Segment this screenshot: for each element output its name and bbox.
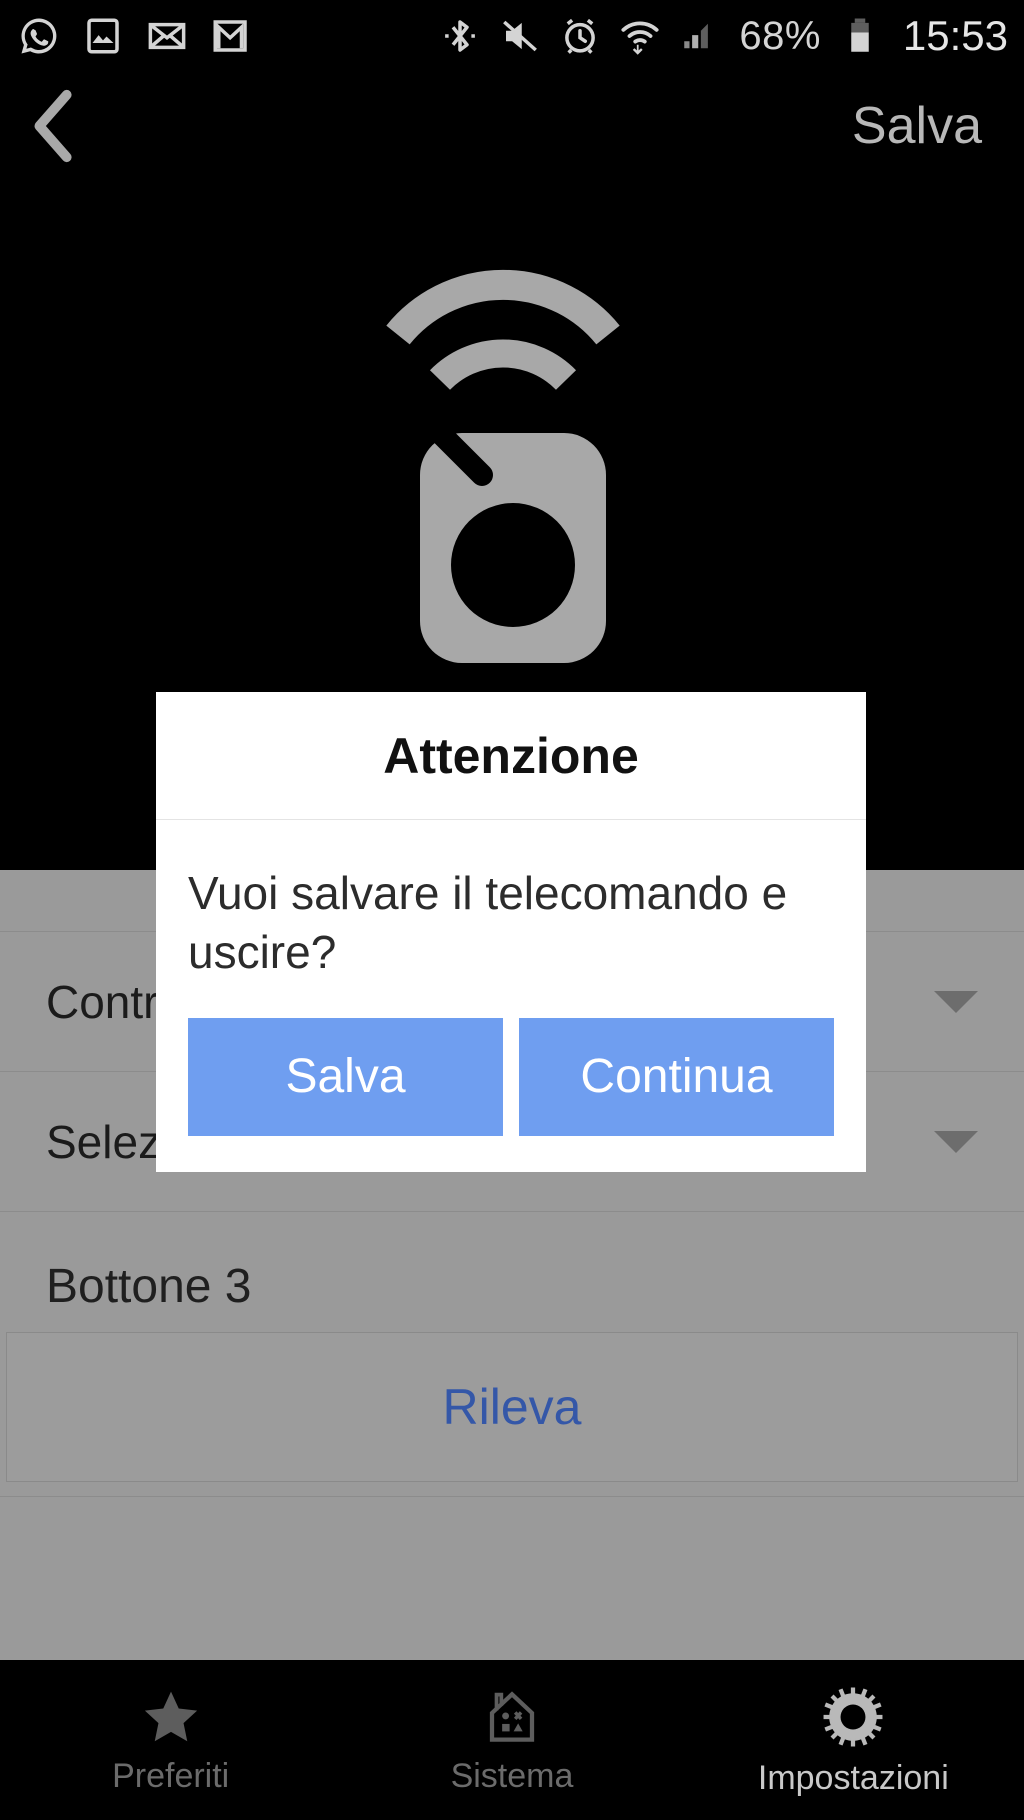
dialog-title: Attenzione <box>156 692 866 820</box>
confirm-dialog: Attenzione Vuoi salvare il telecomando e… <box>156 692 866 1172</box>
dialog-actions: Salva Continua <box>156 996 866 1172</box>
dialog-continue-button[interactable]: Continua <box>519 1017 834 1136</box>
phone-screen: 68% 15:53 Salva Contr Seleziona Bottone … <box>0 0 1024 1820</box>
dialog-save-button[interactable]: Salva <box>188 1017 503 1136</box>
dialog-body: Vuoi salvare il telecomando e uscire? <box>156 820 866 996</box>
dialog-message: Vuoi salvare il telecomando e uscire? <box>188 867 788 978</box>
